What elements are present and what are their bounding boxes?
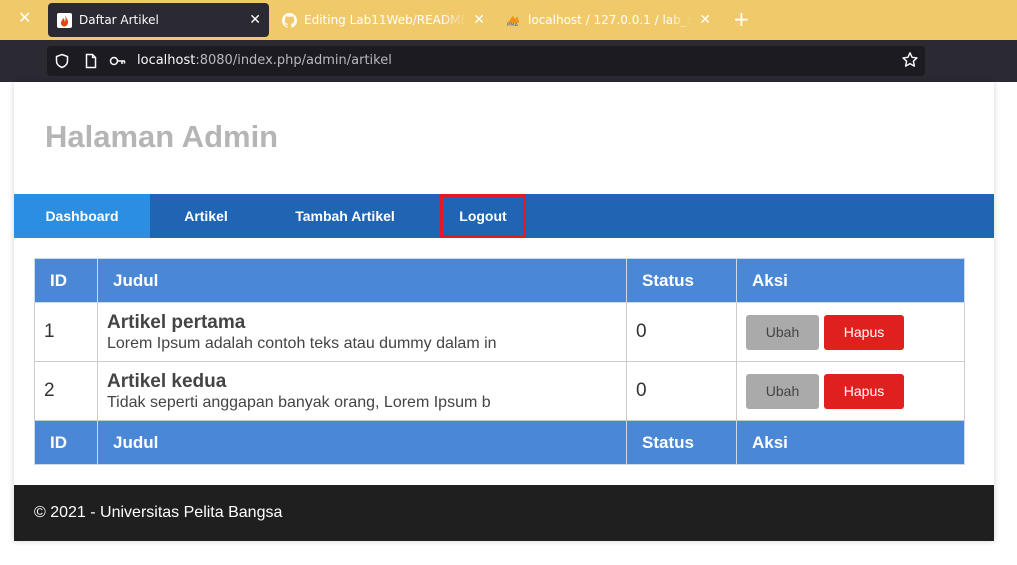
article-excerpt: Tidak seperti anggapan banyak orang, Lor…: [107, 393, 491, 411]
close-icon[interactable]: ✕: [473, 13, 485, 27]
shield-icon[interactable]: [53, 52, 71, 70]
row-actions: Ubah Hapus: [736, 361, 965, 421]
phpmyadmin-icon: PMA: [506, 13, 521, 28]
row-judul: Artikel pertama Lorem Ipsum adalah conto…: [97, 302, 627, 362]
row-status: 0: [626, 361, 737, 421]
table-row: 2 Artikel kedua Tidak seperti anggapan b…: [34, 361, 965, 421]
article-excerpt: Lorem Ipsum adalah contoh teks atau dumm…: [107, 334, 497, 352]
page-icon[interactable]: [82, 52, 100, 70]
row-actions: Ubah Hapus: [736, 302, 965, 362]
table-footer-row: ID Judul Status Aksi: [34, 420, 965, 465]
codeigniter-flame-icon: [57, 12, 72, 28]
nav-item-tambah-artikel[interactable]: Tambah Artikel: [262, 194, 428, 238]
delete-button[interactable]: Hapus: [824, 373, 904, 409]
bookmark-star-icon[interactable]: [901, 51, 919, 69]
main-nav: Dashboard Artikel Tambah Artikel Logout: [14, 194, 994, 238]
column-footer-aksi: Aksi: [736, 420, 965, 465]
nav-item-logout[interactable]: Logout: [440, 194, 526, 238]
article-title: Artikel kedua: [107, 370, 227, 392]
column-header-id: ID: [34, 258, 98, 303]
new-tab-plus-icon[interactable]: +: [733, 9, 750, 29]
row-id: 1: [34, 302, 98, 362]
github-icon: [282, 12, 297, 28]
key-icon[interactable]: [109, 52, 127, 70]
tab-title: Editing Lab11Web/README.md: [304, 13, 468, 27]
page-title: Halaman Admin: [45, 119, 279, 154]
column-footer-status: Status: [626, 420, 737, 465]
column-footer-judul: Judul: [97, 420, 627, 465]
page-footer: © 2021 - Universitas Pelita Bangsa: [14, 485, 994, 541]
row-status: 0: [626, 302, 737, 362]
table-header-row: ID Judul Status Aksi: [34, 258, 965, 303]
delete-button[interactable]: Hapus: [824, 314, 904, 350]
row-judul: Artikel kedua Tidak seperti anggapan ban…: [97, 361, 627, 421]
edit-button[interactable]: Ubah: [746, 373, 819, 409]
tab-github-readme[interactable]: Editing Lab11Web/README.md ✕: [276, 3, 491, 37]
column-header-aksi: Aksi: [736, 258, 965, 303]
browser-tab-strip: ✕ Daftar Artikel ✕ Editing Lab11Web/READ…: [0, 0, 1017, 40]
table-row: 1 Artikel pertama Lorem Ipsum adalah con…: [34, 302, 965, 362]
url-text[interactable]: localhost:8080/index.php/admin/artikel: [137, 53, 392, 68]
tab-title: Daftar Artikel: [79, 13, 159, 27]
tab-daftar-artikel[interactable]: Daftar Artikel ✕: [48, 3, 269, 37]
column-header-judul: Judul: [97, 258, 627, 303]
url-bar[interactable]: localhost:8080/index.php/admin/artikel: [47, 46, 925, 76]
edit-button[interactable]: Ubah: [746, 314, 819, 350]
nav-item-artikel[interactable]: Artikel: [150, 194, 262, 238]
close-icon[interactable]: ✕: [18, 11, 31, 27]
row-id: 2: [34, 361, 98, 421]
page-header: Halaman Admin: [14, 82, 994, 194]
nav-item-dashboard[interactable]: Dashboard: [14, 194, 150, 238]
footer-copyright: © 2021 - Universitas Pelita Bangsa: [34, 504, 283, 521]
browser-toolbar: localhost:8080/index.php/admin/artikel: [0, 40, 1017, 82]
svg-text:PMA: PMA: [507, 22, 519, 28]
close-icon[interactable]: ✕: [699, 13, 711, 27]
page-container: Halaman Admin Dashboard Artikel Tambah A…: [14, 82, 994, 541]
artikel-table: ID Judul Status Aksi 1 Artikel pertama L…: [34, 258, 965, 465]
close-icon[interactable]: ✕: [249, 13, 261, 27]
column-header-status: Status: [626, 258, 737, 303]
tab-phpmyadmin[interactable]: PMA localhost / 127.0.0.1 / lab_ci4 / a …: [500, 3, 717, 37]
column-footer-id: ID: [34, 420, 98, 465]
tab-title: localhost / 127.0.0.1 / lab_ci4 / a: [528, 13, 694, 27]
article-title: Artikel pertama: [107, 311, 246, 333]
